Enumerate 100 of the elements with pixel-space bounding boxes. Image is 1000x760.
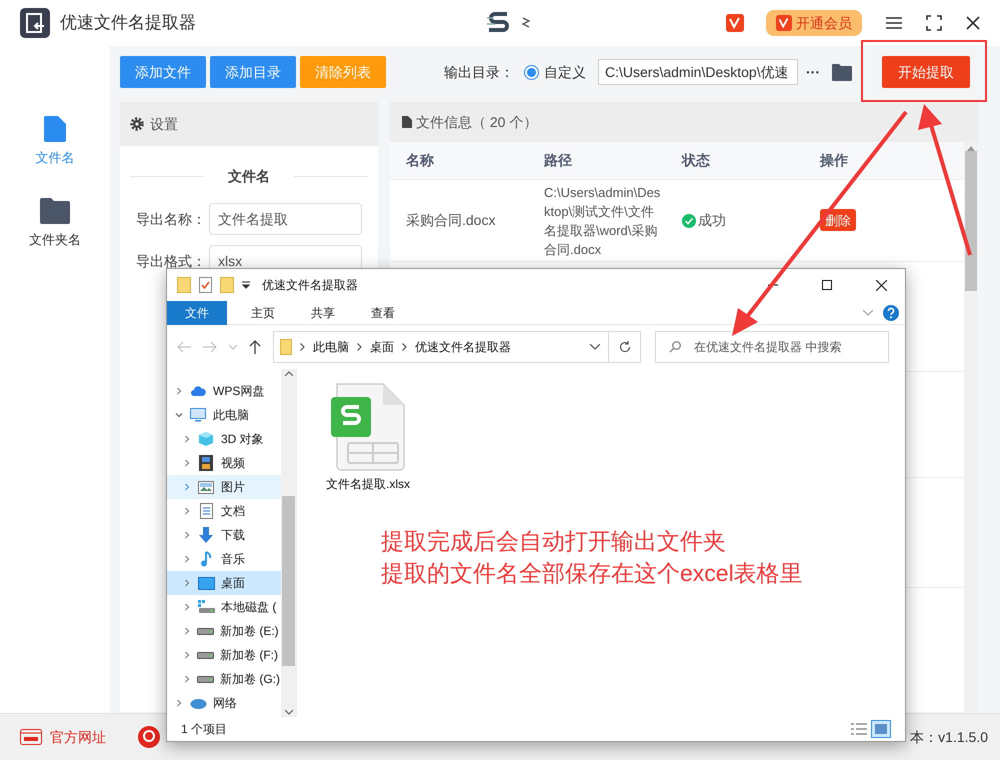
- path-field[interactable]: C:\Users\admin\Desktop\优速: [598, 59, 798, 85]
- nav-item[interactable]: 视频: [167, 451, 281, 475]
- chevron-right-icon[interactable]: [183, 507, 191, 515]
- nav-item[interactable]: 本地磁盘 (: [167, 595, 281, 619]
- delete-button[interactable]: 删除: [820, 209, 856, 232]
- nav-item[interactable]: 此电脑: [167, 403, 281, 427]
- properties-icon[interactable]: [199, 277, 212, 293]
- output-label: 输出目录：: [444, 62, 514, 82]
- chevron-right-icon[interactable]: [183, 675, 191, 683]
- nav-item[interactable]: 图片: [167, 475, 281, 499]
- maximize-icon[interactable]: [926, 15, 942, 31]
- file-name: 文件名提取.xlsx: [326, 476, 410, 493]
- music-note-icon: [200, 551, 212, 567]
- chevron-down-icon[interactable]: [175, 411, 183, 419]
- close-icon[interactable]: [966, 16, 980, 30]
- chevron-right-icon[interactable]: [183, 603, 191, 611]
- ribbon-tab[interactable]: 查看: [353, 300, 413, 324]
- nav-label: 文档: [221, 503, 245, 520]
- search-field[interactable]: 在优速文件名提取器 中搜索: [655, 331, 889, 363]
- breadcrumb[interactable]: 桌面: [370, 338, 394, 356]
- nav-item[interactable]: 新加卷 (E:): [167, 619, 281, 643]
- chevron-down-icon[interactable]: [284, 710, 292, 715]
- chevron-right-icon[interactable]: [402, 343, 407, 351]
- chevron-right-icon[interactable]: [175, 387, 183, 395]
- ribbon-tab[interactable]: 共享: [293, 300, 353, 324]
- chevron-up-icon[interactable]: [284, 371, 292, 376]
- nav-item[interactable]: 文档: [167, 499, 281, 523]
- nav-label: 新加卷 (E:): [220, 623, 279, 640]
- app-title: 优速文件名提取器: [60, 12, 196, 34]
- thumbnail-view-icon[interactable]: [871, 720, 891, 738]
- chat-icon[interactable]: [138, 726, 160, 748]
- nav-label: 此电脑: [213, 407, 249, 424]
- column-header: 操作: [818, 151, 849, 170]
- more-button[interactable]: ···: [806, 62, 820, 82]
- nav-item[interactable]: 3D 对象: [167, 427, 281, 451]
- folder-icon: [280, 339, 292, 355]
- panel-title: 文件信息（ 20 个）: [416, 112, 538, 132]
- section-title: 文件名: [227, 167, 271, 186]
- chevron-right-icon[interactable]: [300, 343, 305, 351]
- status-cell: 成功: [666, 210, 804, 231]
- cube-icon: [198, 431, 214, 447]
- field-label: 导出格式：: [136, 252, 207, 270]
- chevron-right-icon[interactable]: [183, 459, 191, 467]
- window-title: 优速文件名提取器: [262, 277, 358, 294]
- address-bar[interactable]: 此电脑 桌面 优速文件名提取器: [273, 331, 641, 363]
- website-link[interactable]: 官方网址: [50, 726, 106, 748]
- file-icon: [44, 116, 66, 142]
- vip-icon[interactable]: [726, 14, 744, 32]
- monitor-icon: [190, 408, 206, 422]
- nav-item[interactable]: 桌面: [167, 571, 281, 595]
- image-icon: [198, 480, 214, 494]
- nav-label: 新加卷 (G:): [220, 671, 280, 688]
- drive-icon: [197, 676, 214, 682]
- close-icon[interactable]: [876, 280, 887, 290]
- cloud-icon: [190, 385, 206, 397]
- chevron-right-icon[interactable]: [183, 435, 191, 443]
- nav-item[interactable]: 下载: [167, 523, 281, 547]
- nav-label: 图片: [221, 479, 245, 496]
- search-icon: [669, 341, 681, 353]
- breadcrumb[interactable]: 优速文件名提取器: [415, 338, 511, 356]
- nav-item[interactable]: 新加卷 (F:): [167, 643, 281, 667]
- refresh-icon[interactable]: [618, 341, 630, 353]
- nav-item[interactable]: 新加卷 (G:): [167, 667, 281, 691]
- chevron-down-icon[interactable]: [590, 344, 600, 350]
- chevron-right-icon[interactable]: [183, 555, 191, 563]
- dropdown-icon[interactable]: [242, 281, 250, 289]
- scroll-thumb[interactable]: [965, 151, 977, 291]
- sidebar-label: 文件名: [36, 149, 74, 167]
- sidebar-item[interactable]: 文件夹名: [29, 198, 81, 249]
- chevron-right-icon[interactable]: [357, 343, 362, 351]
- scrollbar[interactable]: [281, 369, 296, 717]
- ribbon-tab[interactable]: 文件: [167, 300, 227, 324]
- app-logo-icon: [20, 8, 50, 38]
- help-icon[interactable]: [883, 304, 899, 320]
- website-icon[interactable]: [20, 729, 42, 745]
- start-button[interactable]: 开始提取: [882, 56, 970, 88]
- nav-item[interactable]: 网络: [167, 691, 281, 715]
- chevron-right-icon[interactable]: [183, 627, 191, 635]
- setting-field[interactable]: 文件名提取: [209, 203, 362, 235]
- scrollbar[interactable]: [964, 142, 978, 712]
- nav-item[interactable]: 音乐: [167, 547, 281, 571]
- ribbon-tab[interactable]: 主页: [233, 300, 293, 324]
- file-item[interactable]: 文件名提取.xlsx: [323, 383, 413, 493]
- details-view-icon[interactable]: [851, 722, 867, 736]
- breadcrumb[interactable]: 此电脑: [313, 338, 349, 356]
- chevron-right-icon[interactable]: [183, 651, 191, 659]
- folder-icon[interactable]: [832, 64, 852, 80]
- panel-title: 设置: [150, 114, 178, 134]
- chevron-right-icon[interactable]: [183, 531, 191, 539]
- down-arrow-icon: [198, 527, 214, 543]
- chevron-right-icon[interactable]: [175, 699, 183, 707]
- column-header: 状态: [680, 151, 711, 170]
- custom-radio[interactable]: 自定义: [524, 62, 586, 82]
- maximize-icon[interactable]: [822, 280, 832, 290]
- disk-icon: [198, 600, 214, 614]
- nav-label: 音乐: [221, 551, 245, 568]
- up-icon[interactable]: [249, 340, 261, 354]
- nav-label: 新加卷 (F:): [220, 647, 278, 664]
- menu-icon[interactable]: [886, 16, 902, 30]
- nav-item[interactable]: WPS网盘: [167, 379, 281, 403]
